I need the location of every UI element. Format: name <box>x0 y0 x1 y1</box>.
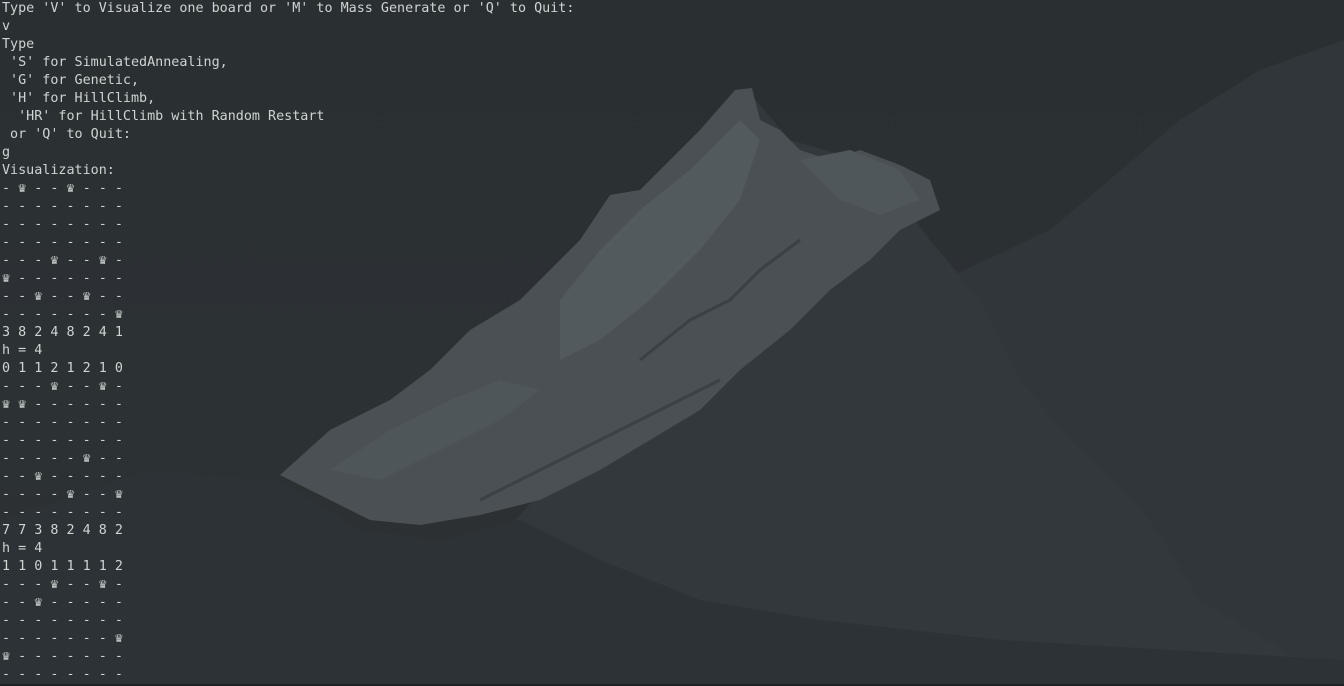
terminal-line: 'H' for HillClimb, <box>2 91 156 106</box>
terminal-line: Type <box>2 37 35 52</box>
terminal-line: - - ♛ - - ♛ - - <box>2 289 123 304</box>
terminal-line: - - - ♛ - - ♛ - <box>2 379 123 394</box>
terminal-line: Type 'V' to Visualize one board or 'M' t… <box>2 1 575 16</box>
terminal-line: 'G' for Genetic, <box>2 73 140 88</box>
terminal-line: - - - - - - - - <box>2 235 123 250</box>
terminal-window[interactable]: Type 'V' to Visualize one board or 'M' t… <box>0 0 1344 686</box>
terminal-line: - - - - - - - - <box>2 415 123 430</box>
terminal-line: 7 7 3 8 2 4 8 2 <box>2 523 123 538</box>
terminal-line: - - - - - - - - <box>2 667 123 682</box>
terminal-line: or 'Q' to Quit: <box>2 127 131 142</box>
terminal-line: h = 4 <box>2 343 43 358</box>
terminal-line: - - - - - - - - <box>2 505 123 520</box>
terminal-line: 3 8 2 4 8 2 4 1 <box>2 325 123 340</box>
terminal-line: - - - - - - - - <box>2 217 123 232</box>
terminal-line: - - ♛ - - - - - <box>2 469 123 484</box>
terminal-line: ♛ ♛ - - - - - - <box>2 397 123 412</box>
terminal-line: - ♛ - - ♛ - - - <box>2 181 123 196</box>
terminal-line: - - - - - - - - <box>2 199 123 214</box>
terminal-line: - - - - ♛ - - ♛ <box>2 487 123 502</box>
terminal-output[interactable]: Type 'V' to Visualize one board or 'M' t… <box>2 0 574 684</box>
terminal-line: - - - - - - - - <box>2 433 123 448</box>
terminal-line: 0 1 1 2 1 2 1 0 <box>2 361 123 376</box>
terminal-line: ♛ - - - - - - - <box>2 649 123 664</box>
terminal-line: h = 4 <box>2 541 43 556</box>
terminal-line: 'S' for SimulatedAnnealing, <box>2 55 228 70</box>
terminal-line: - - - ♛ - - ♛ - <box>2 253 123 268</box>
terminal-line: - - - - - - - ♛ <box>2 307 123 322</box>
terminal-line: 'HR' for HillClimb with Random Restart <box>2 109 325 124</box>
terminal-line: 1 1 0 1 1 1 1 2 <box>2 559 123 574</box>
terminal-line: - - - - - - - - <box>2 613 123 628</box>
terminal-line: - - - - - - - ♛ <box>2 631 123 646</box>
terminal-line: v <box>2 19 11 34</box>
terminal-line: - - ♛ - - - - - <box>2 595 123 610</box>
terminal-line: Visualization: <box>2 163 115 178</box>
terminal-line: ♛ - - - - - - - <box>2 271 123 286</box>
terminal-line: - - - - - ♛ - - <box>2 451 123 466</box>
terminal-line: - - - ♛ - - ♛ - <box>2 577 123 592</box>
terminal-line: g <box>2 145 11 160</box>
